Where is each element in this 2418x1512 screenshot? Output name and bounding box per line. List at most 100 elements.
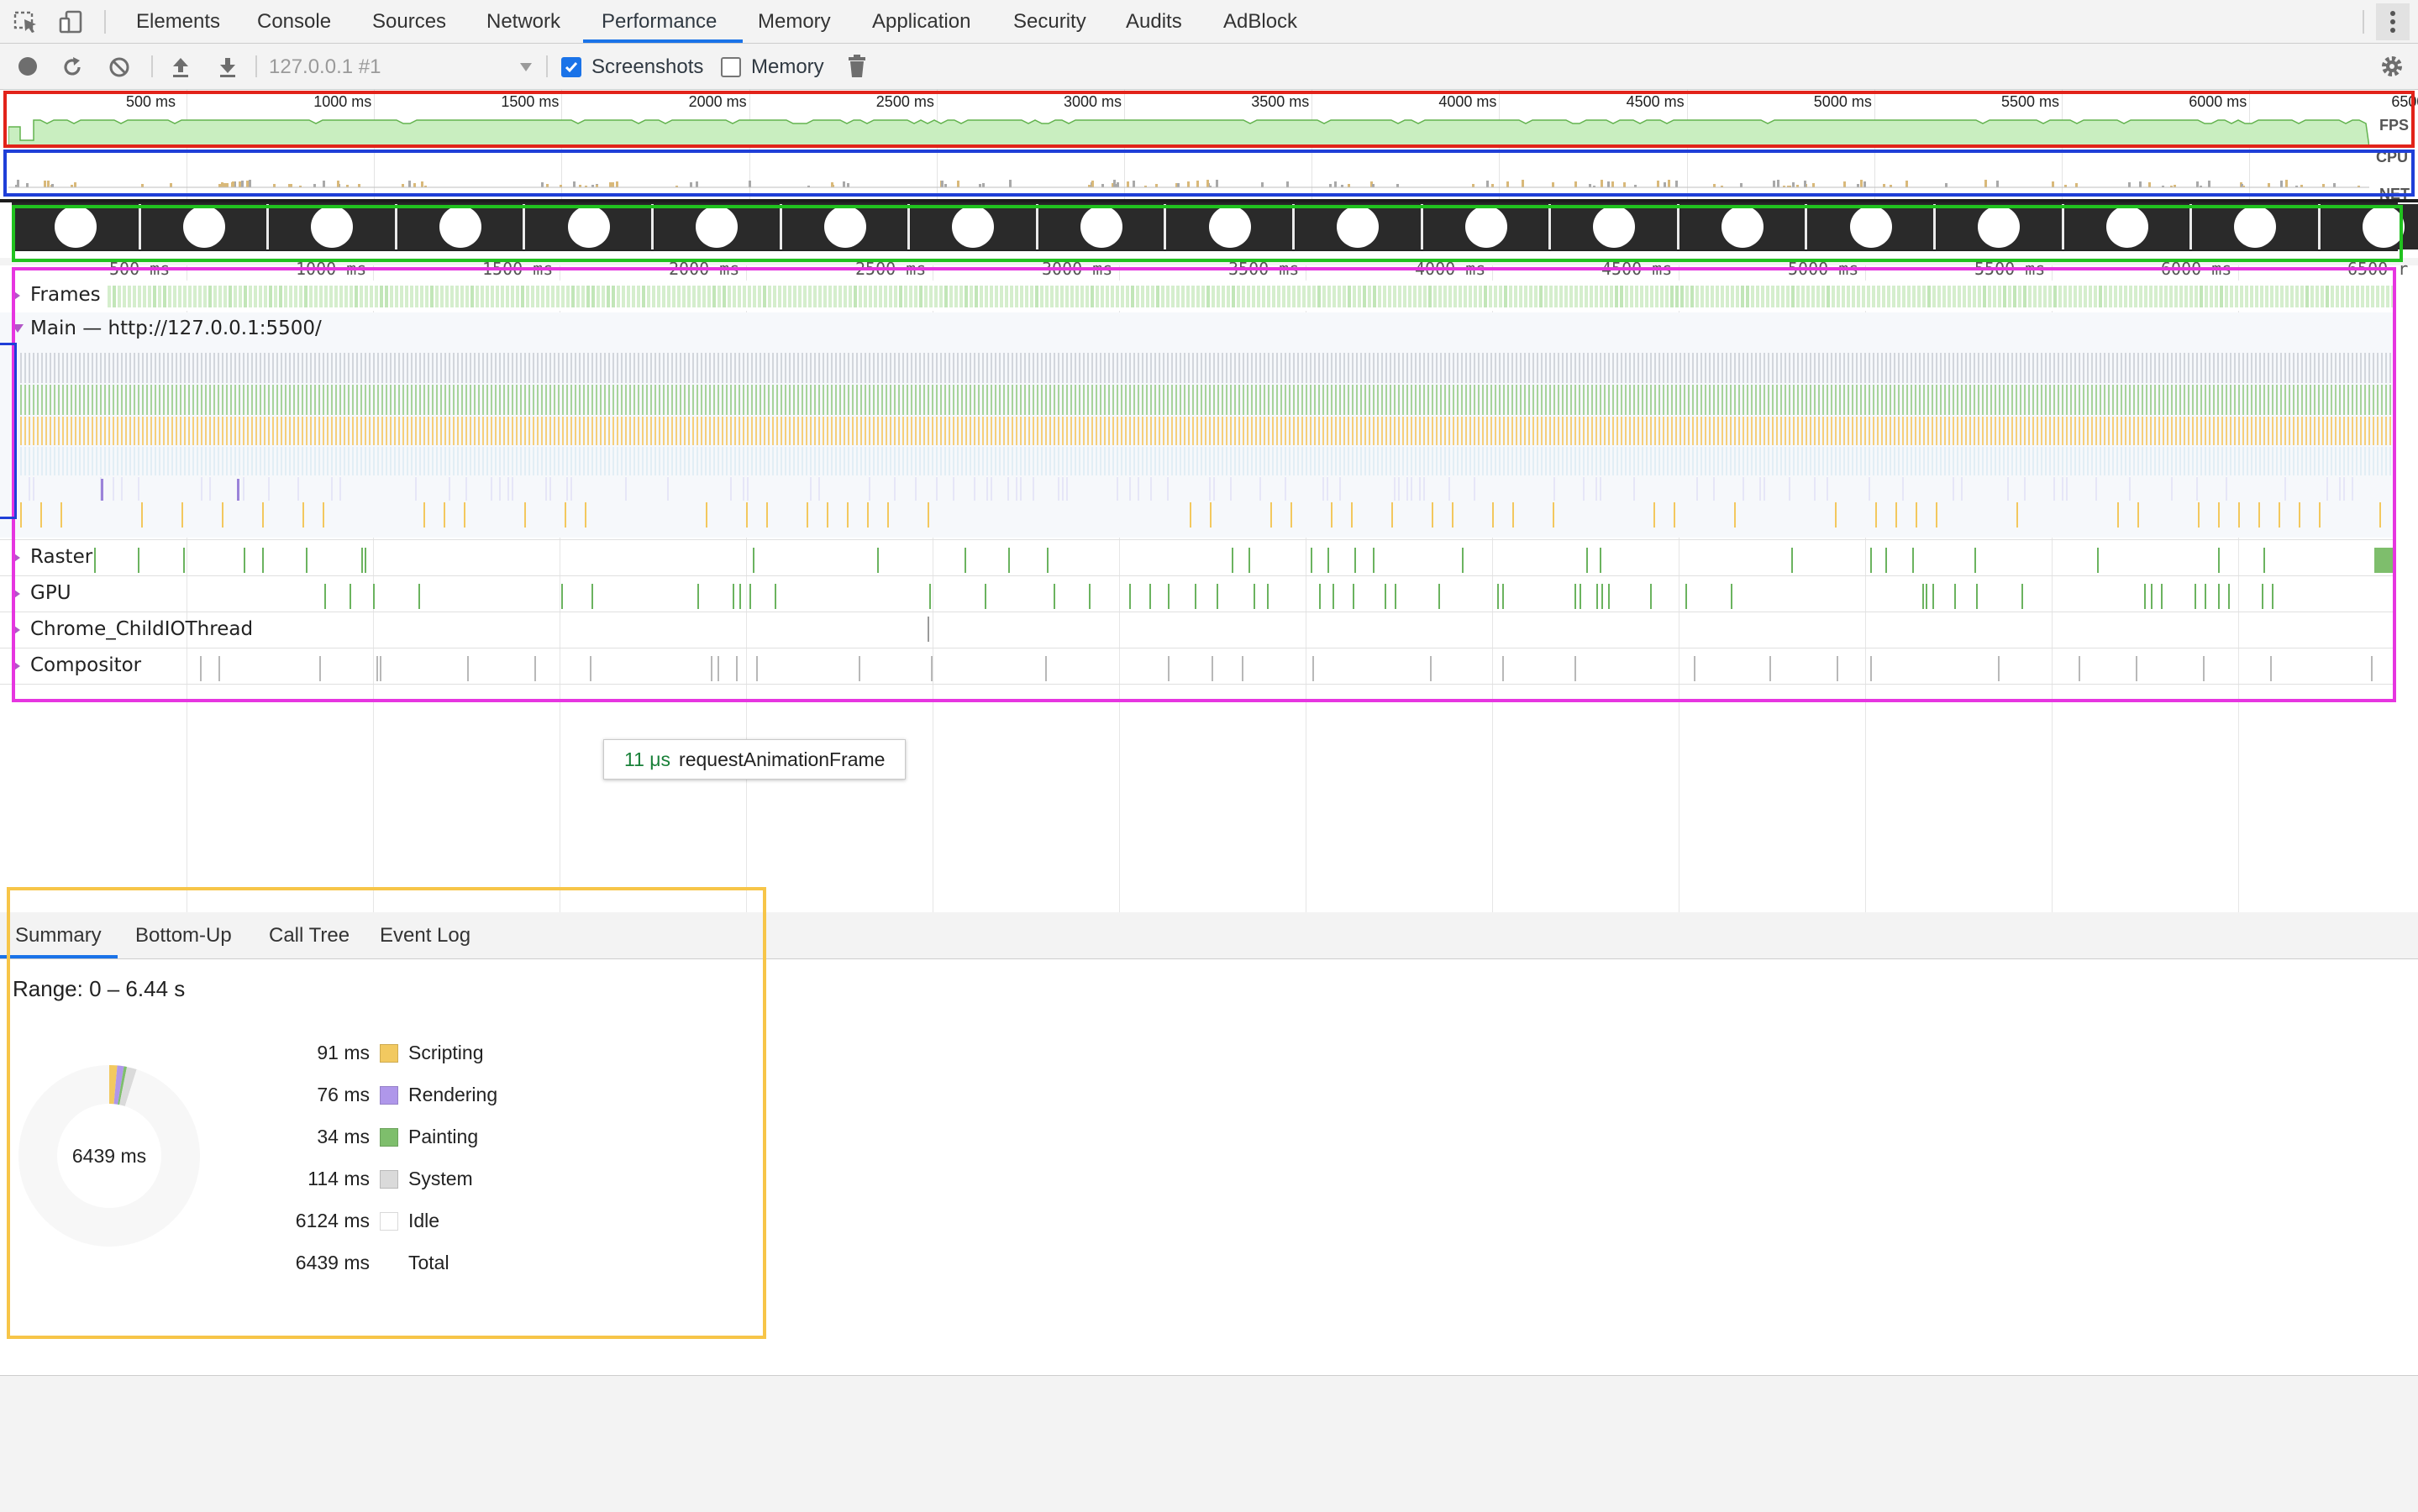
flame-event <box>491 353 492 383</box>
clear-icon[interactable] <box>108 55 131 79</box>
frame-bar <box>980 286 983 307</box>
flame-event <box>1743 417 1744 445</box>
raster-track[interactable]: Raster <box>0 541 2394 575</box>
details-tab-summary[interactable]: Summary <box>15 913 102 958</box>
flame-event <box>449 385 450 415</box>
tab-elements[interactable]: Elements <box>136 0 220 43</box>
screenshot-thumbnail[interactable] <box>1552 204 1679 249</box>
flame-event <box>625 353 627 383</box>
gpu-track[interactable]: GPU <box>0 577 2394 611</box>
frame-bar <box>1832 286 1835 307</box>
tab-application[interactable]: Application <box>872 0 970 43</box>
screenshot-thumbnail[interactable] <box>1808 204 1936 249</box>
flame-event <box>1457 417 1459 445</box>
cpu-activity-mark <box>1668 180 1670 187</box>
flame-event <box>541 417 543 445</box>
flame-event <box>1923 385 1925 415</box>
memory-checkbox[interactable] <box>721 57 741 77</box>
flame-event <box>1226 447 1227 475</box>
flame-event <box>1075 447 1076 475</box>
flame-event <box>2112 417 2114 445</box>
screenshot-thumbnail[interactable] <box>654 204 782 249</box>
screenshot-thumbnail[interactable] <box>1038 204 1167 249</box>
flame-event <box>1007 477 1009 501</box>
details-tab-bottom-up[interactable]: Bottom-Up <box>135 913 232 958</box>
screenshot-thumbnail[interactable] <box>2193 204 2321 249</box>
screenshot-thumbnail[interactable] <box>1679 204 1808 249</box>
timeline-overview[interactable]: 500 ms 1000 ms 1500 ms 2000 ms 2500 ms 3000 m… <box>0 90 2418 258</box>
load-profile-icon[interactable] <box>170 55 192 79</box>
flame-event <box>1990 353 1992 383</box>
flame-event <box>1322 477 1324 501</box>
cpu-activity-mark <box>2196 181 2199 187</box>
screenshot-thumbnail[interactable] <box>141 204 270 249</box>
flame-event <box>1448 353 1450 383</box>
flame-chart-area[interactable]: 500 ms 1000 ms 1500 ms 2000 ms 2500 ms 3000 m… <box>0 259 2418 912</box>
expand-triangle-icon[interactable] <box>12 624 20 636</box>
capture-settings-gear-icon[interactable] <box>2379 54 2405 79</box>
screenshot-thumbnail[interactable] <box>782 204 911 249</box>
flame-event <box>1297 417 1299 445</box>
flame-event <box>2116 447 2118 475</box>
tab-sources[interactable]: Sources <box>372 0 446 43</box>
tab-network[interactable]: Network <box>486 0 560 43</box>
tab-console[interactable]: Console <box>257 0 331 43</box>
screenshots-checkbox[interactable] <box>561 57 581 77</box>
compositor-track[interactable]: Compositor <box>0 649 2394 683</box>
flame-event <box>1167 477 1169 501</box>
frames-track[interactable]: Frames <box>0 281 2394 311</box>
screenshot-thumbnail[interactable] <box>1296 204 1423 249</box>
screenshot-thumbnail[interactable] <box>397 204 526 249</box>
tab-audits[interactable]: Audits <box>1126 0 1182 43</box>
flame-event <box>50 447 51 475</box>
flame-event <box>2251 447 2252 475</box>
toolbar-divider <box>255 55 257 77</box>
record-icon[interactable] <box>17 55 39 77</box>
screenshot-thumbnail[interactable] <box>2064 204 2193 249</box>
expand-triangle-icon[interactable] <box>12 290 20 302</box>
flame-event <box>230 417 232 445</box>
device-toolbar-icon[interactable] <box>57 8 86 35</box>
screenshot-thumbnail[interactable] <box>1937 204 2064 249</box>
save-profile-icon[interactable] <box>217 55 239 79</box>
screenshot-thumbnail[interactable] <box>1167 204 1295 249</box>
child-io-thread-track[interactable]: Chrome_ChildIOThread <box>0 613 2394 647</box>
reload-profile-icon[interactable] <box>60 55 84 79</box>
screenshot-thumbnail[interactable] <box>526 204 654 249</box>
main-thread-track[interactable]: Main — http://127.0.0.1:5500/ <box>0 312 2394 538</box>
flame-event <box>2280 385 2282 415</box>
screenshot-thumbnail[interactable] <box>1423 204 1552 249</box>
flame-event <box>440 353 442 383</box>
collapse-triangle-icon[interactable] <box>12 324 24 333</box>
screenshot-thumbnail[interactable] <box>2321 204 2418 249</box>
screenshots-filmstrip[interactable] <box>12 202 2418 251</box>
flame-event <box>1604 447 1606 475</box>
trash-icon[interactable] <box>847 54 867 79</box>
flame-event <box>680 353 681 383</box>
flame-event <box>1222 385 1223 415</box>
flame-event <box>1112 447 1114 475</box>
flame-event <box>1394 447 1396 475</box>
screenshot-thumbnail[interactable] <box>270 204 397 249</box>
frame-bar <box>208 286 212 307</box>
flame-event <box>1621 353 1622 383</box>
tab-performance[interactable]: Performance <box>602 0 717 43</box>
tab-adblock[interactable]: AdBlock <box>1223 0 1297 43</box>
screenshot-thumbnail[interactable] <box>13 204 141 249</box>
flame-event <box>495 447 497 475</box>
frame-bar <box>470 286 474 307</box>
details-tab-call-tree[interactable]: Call Tree <box>269 913 350 958</box>
flame-event <box>1877 353 1879 383</box>
screenshot-thumbnail[interactable] <box>911 204 1038 249</box>
flame-event <box>2272 447 2273 475</box>
frame-bar <box>990 286 993 307</box>
details-tab-event-log[interactable]: Event Log <box>380 913 470 958</box>
cpu-activity-mark <box>408 181 411 187</box>
flame-event <box>2133 417 2135 445</box>
flame-event <box>1474 477 1475 501</box>
tab-memory[interactable]: Memory <box>758 0 831 43</box>
target-select[interactable]: 127.0.0.1 #1 <box>267 52 536 81</box>
more-options-button[interactable] <box>2376 3 2410 40</box>
inspect-element-icon[interactable] <box>12 8 40 35</box>
tab-security[interactable]: Security <box>1013 0 1086 43</box>
